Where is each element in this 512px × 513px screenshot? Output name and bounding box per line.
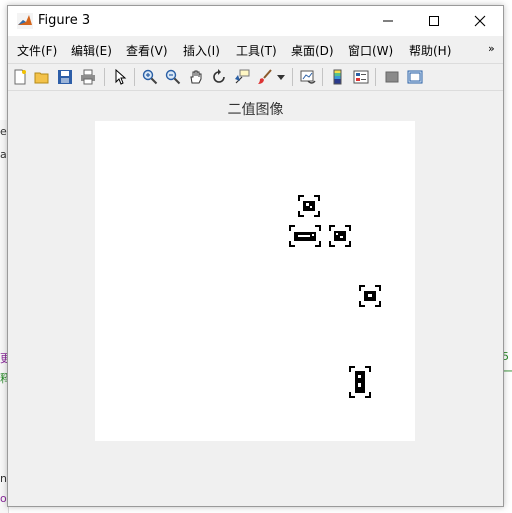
menu-file[interactable]: 文件(F)	[17, 42, 57, 59]
new-figure-button[interactable]	[10, 67, 30, 87]
menu-view[interactable]: 查看(V)	[126, 42, 168, 59]
brush-dropdown-button[interactable]	[275, 67, 287, 87]
colorbar-icon	[333, 69, 342, 85]
data-cursor-icon	[235, 69, 250, 84]
toolbar-separator	[322, 68, 323, 86]
title-bar[interactable]: Figure 3	[8, 6, 503, 36]
pan-hand-icon	[190, 70, 202, 84]
toolbar-separator	[292, 68, 293, 86]
binary-blob	[329, 225, 351, 247]
colorbar-button[interactable]	[328, 67, 348, 87]
menu-desktop[interactable]: 桌面(D)	[291, 42, 334, 59]
brush-dropdown-icon	[277, 75, 285, 80]
rotate-3d-icon	[213, 69, 225, 83]
new-figure-icon	[14, 69, 26, 85]
data-cursor-button[interactable]	[232, 67, 252, 87]
show-plot-tools-button[interactable]	[405, 67, 425, 87]
brush-button[interactable]	[255, 67, 275, 87]
binary-blob	[359, 285, 381, 307]
binary-image-axes[interactable]	[95, 121, 415, 441]
zoom-out-button[interactable]	[163, 67, 183, 87]
select-pointer-icon	[115, 69, 127, 85]
menu-tools[interactable]: 工具(T)	[236, 42, 277, 59]
menu-bar: 文件(F) 编辑(E) 查看(V) 插入(I) 工具(T) 桌面(D) 窗口(W…	[8, 37, 503, 61]
toolbar-separator	[375, 68, 376, 86]
zoom-in-icon	[142, 69, 158, 85]
toolbar-separator	[134, 68, 135, 86]
menu-edit[interactable]: 编辑(E)	[71, 42, 112, 59]
axes-title: 二值图像	[227, 102, 284, 118]
menu-window[interactable]: 窗口(W)	[348, 42, 393, 59]
print-button[interactable]	[78, 67, 98, 87]
pan-button[interactable]	[186, 67, 206, 87]
link-plot-button[interactable]	[298, 67, 318, 87]
open-file-button[interactable]	[32, 67, 52, 87]
menu-overflow-button[interactable]: »	[488, 42, 495, 55]
save-icon	[58, 70, 72, 84]
hide-plot-tools-button[interactable]	[382, 67, 402, 87]
binary-blob	[349, 366, 371, 398]
legend-icon	[353, 70, 369, 84]
save-button[interactable]	[55, 67, 75, 87]
menu-insert[interactable]: 插入(I)	[183, 42, 220, 59]
brush-icon	[258, 69, 272, 84]
toolbar-separator	[104, 68, 105, 86]
figure-window: Figure 3 文件(F) 编辑(E) 查看(V) 插入(I) 工具(T) 桌…	[7, 5, 504, 507]
window-title: Figure 3	[38, 13, 91, 28]
show-plot-tools-icon	[407, 70, 423, 84]
print-icon	[81, 69, 95, 85]
minimize-icon	[383, 20, 393, 22]
legend-button[interactable]	[351, 67, 371, 87]
hide-plot-tools-icon	[385, 71, 399, 83]
figure-toolbar	[8, 63, 503, 91]
close-icon	[474, 15, 486, 27]
link-plot-icon	[300, 70, 316, 84]
maximize-icon	[429, 16, 439, 26]
open-file-icon	[34, 72, 49, 84]
maximize-button[interactable]	[411, 6, 457, 36]
zoom-out-icon	[165, 69, 181, 85]
close-button[interactable]	[457, 6, 503, 36]
binary-blob	[298, 195, 320, 217]
menu-help[interactable]: 帮助(H)	[409, 42, 451, 59]
minimize-button[interactable]	[365, 6, 411, 36]
rotate-3d-button[interactable]	[209, 67, 229, 87]
select-pointer-button[interactable]	[110, 67, 130, 87]
binary-blob	[289, 225, 321, 247]
matlab-logo-icon	[17, 13, 33, 29]
zoom-in-button[interactable]	[140, 67, 160, 87]
